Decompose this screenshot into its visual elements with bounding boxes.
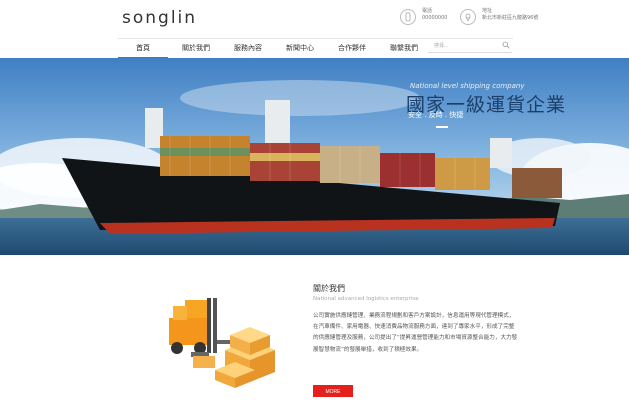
address-contact: 地址 新北市新莊區九龍路96號 xyxy=(460,8,538,25)
nav-item-home-label: 首頁 xyxy=(136,44,150,52)
forklift-illustration xyxy=(169,298,275,388)
banner-english-title: National level shipping company xyxy=(410,82,525,90)
about-body-text: 公司實施供應鏈管理、業務流程規劃和客戶方案設計，信息運用等現代管理模式，在汽車備… xyxy=(313,313,518,353)
header: songlin 電話 00000000 地址 新北市新莊區九龍路96號 xyxy=(0,0,629,38)
search-input[interactable]: 搜尋... xyxy=(434,42,449,49)
phone-icon xyxy=(400,9,416,25)
banner-divider xyxy=(436,126,448,128)
nav-item-partners-label: 合作夥伴 xyxy=(338,44,366,52)
nav-item-services[interactable]: 服務內容 xyxy=(226,43,270,53)
nav-item-about-label: 關於我們 xyxy=(182,44,210,52)
banner-subtitle: 安全 . 及時 . 快捷 xyxy=(408,111,464,119)
search-box[interactable]: 搜尋... xyxy=(428,40,512,53)
more-button[interactable]: MORE xyxy=(313,385,353,397)
nav-item-about[interactable]: 關於我們 xyxy=(174,43,218,53)
location-icon xyxy=(460,9,476,25)
phone-label: 電話 xyxy=(422,8,433,14)
search-icon[interactable] xyxy=(502,41,510,49)
nav-item-news[interactable]: 新聞中心 xyxy=(278,43,322,53)
nav-item-news-label: 新聞中心 xyxy=(286,44,314,52)
about-title: 關於我們 xyxy=(313,284,345,293)
address-label: 地址 xyxy=(482,8,493,14)
nav-item-contact[interactable]: 聯繫我們 xyxy=(382,43,426,53)
phone-value: 00000000 xyxy=(422,15,448,21)
container-ship-image xyxy=(0,58,629,255)
nav-item-partners[interactable]: 合作夥伴 xyxy=(330,43,374,53)
phone-contact: 電話 00000000 xyxy=(400,8,447,25)
hero-banner xyxy=(0,58,629,255)
address-value: 新北市新莊區九龍路96號 xyxy=(482,15,539,21)
nav-item-services-label: 服務內容 xyxy=(234,44,262,52)
nav-item-home[interactable]: 首頁 xyxy=(118,43,168,58)
nav-item-contact-label: 聯繫我們 xyxy=(390,44,418,52)
about-subtitle: National advanced logistics enterprise xyxy=(313,296,419,302)
logo[interactable]: songlin xyxy=(122,8,197,28)
